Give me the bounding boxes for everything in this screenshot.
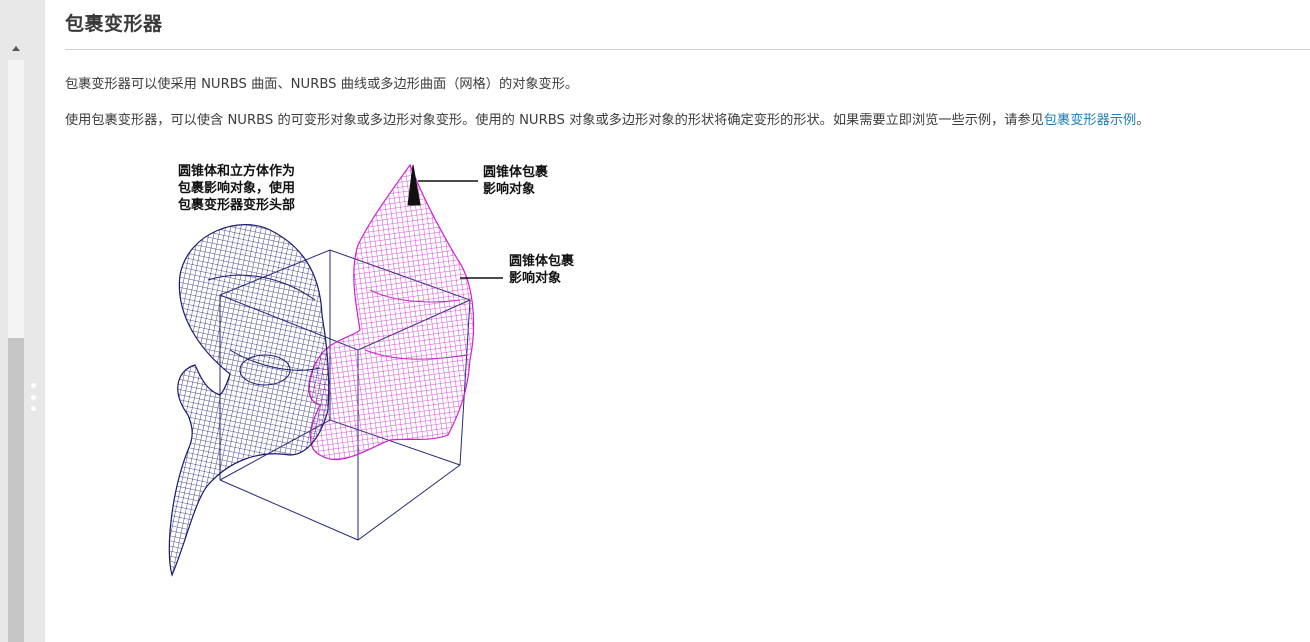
wrap-deformer-illustration xyxy=(168,163,503,577)
title-divider xyxy=(65,49,1310,50)
resize-handle-icon[interactable] xyxy=(30,383,36,411)
original-head-wireframe xyxy=(168,224,330,577)
label-line: 圆锥体和立方体作为 xyxy=(178,164,296,179)
wrap-deformer-figure: 圆锥体和立方体作为 包裹影响对象，使用 包裹变形器变形头部 圆锥体包裹 影响对象… xyxy=(160,150,600,590)
deformed-head-wireframe xyxy=(308,163,475,460)
label-line: 包裹变形器变形头部 xyxy=(178,198,296,213)
label-cone-top: 圆锥体包裹 影响对象 xyxy=(483,164,548,198)
scrollbar-thumb[interactable] xyxy=(8,338,24,642)
usage-text: 使用包裹变形器，可以使含 NURBS 的可变形对象或多边形对象变形。使用的 NU… xyxy=(65,113,1044,128)
label-head-deformed: 圆锥体和立方体作为 包裹影响对象，使用 包裹变形器变形头部 xyxy=(178,163,295,214)
label-line: 影响对象 xyxy=(483,182,536,197)
label-cone-mid: 圆锥体包裹 影响对象 xyxy=(509,253,574,287)
scroll-up-arrow-icon[interactable] xyxy=(12,46,20,51)
page-title: 包裹变形器 xyxy=(65,13,163,35)
usage-paragraph: 使用包裹变形器，可以使含 NURBS 的可变形对象或多边形对象变形。使用的 NU… xyxy=(65,109,1149,128)
intro-paragraph: 包裹变形器可以使采用 NURBS 曲面、NURBS 曲线或多边形曲面（网格）的对… xyxy=(65,77,579,92)
side-rail xyxy=(0,0,45,642)
label-line: 影响对象 xyxy=(509,271,562,286)
label-line: 包裹影响对象，使用 xyxy=(178,181,296,196)
wrap-deformer-examples-link[interactable]: 包裹变形器示例 xyxy=(1044,113,1136,128)
label-line: 圆锥体包裹 xyxy=(483,165,549,180)
label-line: 圆锥体包裹 xyxy=(509,254,575,269)
usage-text-end: 。 xyxy=(1136,113,1150,128)
